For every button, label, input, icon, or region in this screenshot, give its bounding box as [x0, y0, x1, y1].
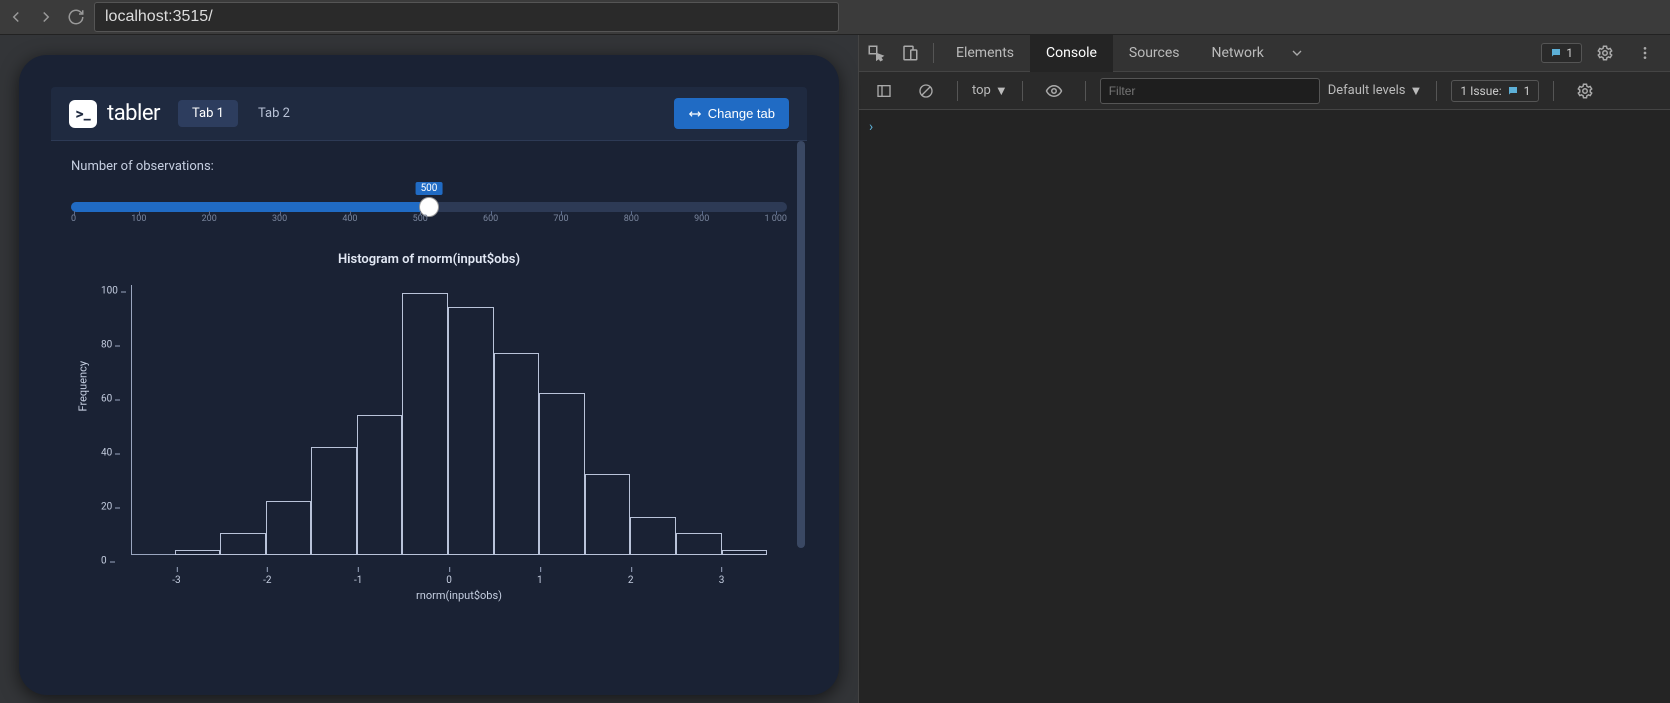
slider-label: Number of observations:: [71, 159, 787, 174]
devtools-panel: Elements Console Sources Network 1: [858, 35, 1670, 703]
message-icon: [1507, 85, 1519, 97]
change-tab-label: Change tab: [708, 106, 775, 121]
slider-tick: 500: [413, 214, 428, 224]
chart-ytick: 60: [101, 394, 112, 405]
console-settings-icon[interactable]: [1568, 72, 1602, 109]
url-input[interactable]: [94, 2, 839, 32]
histogram-bar: [494, 353, 540, 556]
device-frame: >_ tabler Tab 1 Tab 2 Change tab: [19, 55, 839, 695]
messages-count: 1: [1566, 46, 1573, 60]
nav-reload-button[interactable]: [64, 5, 88, 29]
histogram-bar: [175, 550, 221, 555]
devtools-menu-icon[interactable]: [1628, 35, 1662, 72]
app-header: >_ tabler Tab 1 Tab 2 Change tab: [51, 87, 807, 141]
chart-xtick: -1: [354, 575, 362, 586]
chart-xlabel: rnorm(input$obs): [131, 589, 787, 602]
slider-tick: 700: [553, 214, 568, 224]
issues-badge[interactable]: 1 Issue: 1: [1451, 80, 1539, 102]
histogram-bar: [676, 533, 722, 555]
context-label: top: [972, 83, 991, 98]
log-levels-selector[interactable]: Default levels ▼: [1328, 83, 1423, 99]
slider-fill: [71, 202, 429, 212]
slider-tick: 900: [694, 214, 709, 224]
histogram-chart: Histogram of rnorm(input$obs) Frequency …: [71, 252, 787, 602]
chart-ytick: 80: [101, 340, 112, 351]
chart-bars: [131, 285, 767, 555]
histogram-bar: [539, 393, 585, 555]
context-selector[interactable]: top ▼: [972, 83, 1008, 99]
nav-forward-button[interactable]: [34, 5, 58, 29]
slider-tick: 600: [483, 214, 498, 224]
chart-xtick: 3: [719, 575, 725, 586]
chart-ytick: 0: [101, 556, 107, 567]
console-toolbar: top ▼ Default levels ▼ 1 Issue: 1: [859, 72, 1670, 110]
slider-tick: 1 000: [764, 214, 786, 224]
live-expression-icon[interactable]: [1037, 72, 1071, 109]
console-prompt-icon: ›: [869, 119, 873, 135]
swap-icon: [688, 107, 702, 121]
inspect-icon[interactable]: [859, 35, 893, 72]
levels-label: Default levels: [1328, 83, 1406, 98]
console-filter-input[interactable]: [1100, 78, 1320, 104]
slider-tick: 200: [202, 214, 217, 224]
device-toggle-icon[interactable]: [893, 35, 927, 72]
change-tab-button[interactable]: Change tab: [674, 98, 789, 129]
slider-tick: 0: [71, 214, 76, 224]
chart-ylabel: Frequency: [77, 361, 90, 412]
app-logo[interactable]: >_ tabler: [69, 100, 160, 128]
chart-xtick: -3: [172, 575, 180, 586]
histogram-bar: [630, 517, 676, 555]
histogram-bar: [402, 293, 448, 555]
devtools-tab-console[interactable]: Console: [1030, 35, 1113, 72]
app-surface: >_ tabler Tab 1 Tab 2 Change tab: [51, 87, 807, 663]
slider-value-badge: 500: [416, 182, 443, 195]
histogram-bar: [722, 550, 768, 555]
messages-badge[interactable]: 1: [1541, 43, 1582, 63]
devtools-settings-icon[interactable]: [1588, 35, 1622, 72]
clear-console-icon[interactable]: [909, 72, 943, 109]
chart-ytick: 100: [101, 286, 118, 297]
brand-text: tabler: [107, 101, 160, 126]
chart-title: Histogram of rnorm(input$obs): [71, 252, 787, 267]
chart-xtick: 2: [628, 575, 634, 586]
terminal-icon: >_: [69, 100, 97, 128]
devtools-tab-network[interactable]: Network: [1196, 35, 1280, 72]
nav-back-button[interactable]: [4, 5, 28, 29]
slider-tick: 100: [131, 214, 146, 224]
issues-label: 1 Issue:: [1460, 84, 1501, 98]
histogram-bar: [311, 447, 357, 555]
viewport-pane: >_ tabler Tab 1 Tab 2 Change tab: [0, 35, 858, 703]
devtools-tab-elements[interactable]: Elements: [940, 35, 1030, 72]
app-body: Number of observations: 500 010020030040…: [51, 141, 807, 663]
console-output[interactable]: ›: [859, 110, 1670, 703]
sidebar-toggle-icon[interactable]: [867, 72, 901, 109]
slider-tick: 300: [272, 214, 287, 224]
chart-xtick: -2: [263, 575, 271, 586]
histogram-bar: [448, 307, 494, 555]
devtools-tab-sources[interactable]: Sources: [1113, 35, 1196, 72]
chart-xtick: 1: [537, 575, 543, 586]
slider-tick: 400: [342, 214, 357, 224]
more-tabs-icon[interactable]: [1280, 35, 1314, 72]
chevron-down-icon: ▼: [1410, 83, 1423, 99]
app-scrollbar[interactable]: [795, 141, 805, 663]
devtools-tabbar: Elements Console Sources Network 1: [859, 35, 1670, 72]
histogram-bar: [266, 501, 312, 555]
tab-1[interactable]: Tab 1: [178, 100, 238, 127]
browser-toolbar: [0, 0, 1670, 35]
histogram-bar: [357, 415, 403, 555]
chart-ytick: 40: [101, 448, 112, 459]
slider-ticks: 0 100 200 300 400 500 600 700 800 900 1 000: [71, 214, 787, 224]
app-scrollbar-thumb[interactable]: [797, 141, 805, 548]
tab-2[interactable]: Tab 2: [244, 100, 304, 127]
chart-xtick: 0: [446, 575, 452, 586]
histogram-bar: [585, 474, 631, 555]
histogram-bar: [220, 533, 266, 555]
observations-slider[interactable]: 500 0 100 200 300 400 500 600 700 800 900 1 000: [71, 184, 787, 234]
chevron-down-icon: ▼: [995, 83, 1008, 99]
chart-ytick: 20: [101, 502, 112, 513]
slider-tick: 800: [624, 214, 639, 224]
issues-count: 1: [1524, 84, 1531, 98]
message-icon: [1550, 47, 1562, 59]
